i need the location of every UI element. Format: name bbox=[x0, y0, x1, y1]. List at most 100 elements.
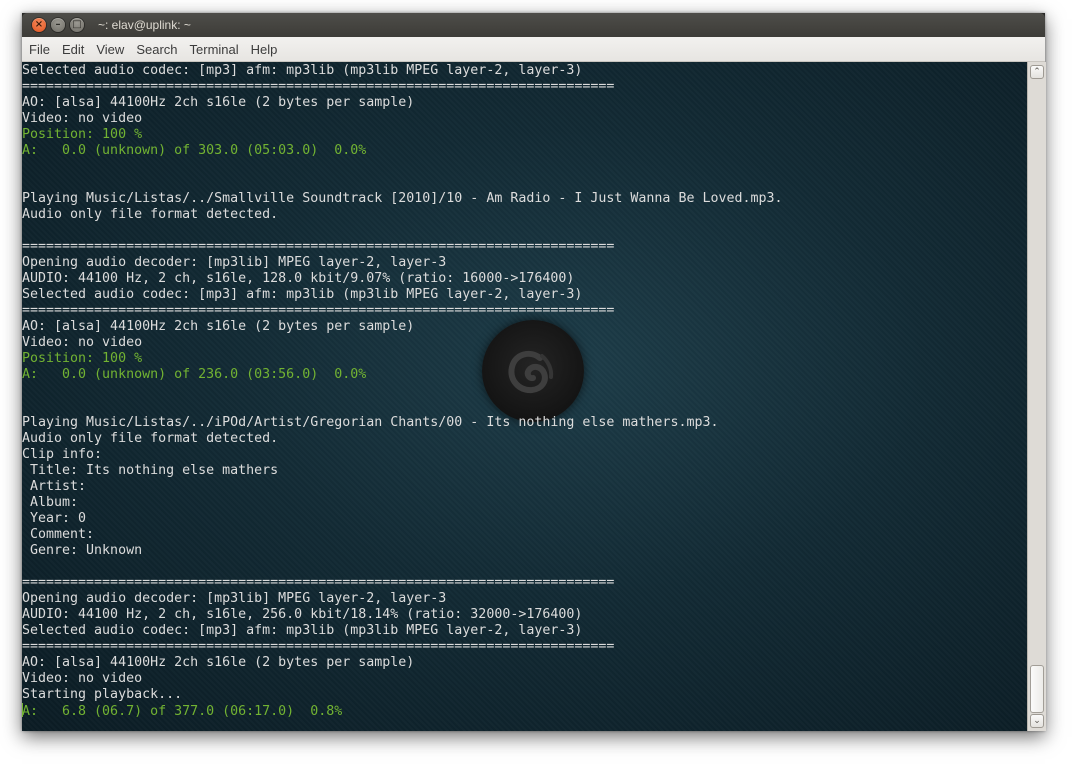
terminal-line-text: Opening audio decoder: [mp3lib] MPEG lay… bbox=[22, 255, 447, 270]
terminal-line: Comment: bbox=[22, 527, 783, 543]
terminal-line: Video: no video bbox=[22, 111, 783, 127]
terminal-line-text: Video: no video bbox=[22, 335, 143, 350]
terminal-line: Video: no video bbox=[22, 335, 783, 351]
terminal-line-text: Video: no video bbox=[22, 111, 143, 126]
terminal-line: Clip info: bbox=[22, 447, 783, 463]
terminal-line: Video: no video bbox=[22, 671, 783, 687]
terminal-line: Selected audio codec: [mp3] afm: mp3lib … bbox=[22, 623, 783, 639]
terminal-line-text: Position: 100 % bbox=[22, 351, 143, 366]
terminal-line-text: Position: 100 % bbox=[22, 127, 143, 142]
terminal-line: ========================================… bbox=[22, 303, 783, 319]
minimize-window-button[interactable]: – bbox=[51, 18, 65, 32]
terminal-line: ========================================… bbox=[22, 239, 783, 255]
terminal-line-text: A: 6.8 (06.7) of 377.0 (06:17.0) 0.8% bbox=[22, 704, 343, 719]
terminal-line-text: Selected audio codec: [mp3] afm: mp3lib … bbox=[22, 623, 583, 638]
terminal-line-text: AUDIO: 44100 Hz, 2 ch, s16le, 256.0 kbit… bbox=[22, 607, 583, 622]
terminal-line: AO: [alsa] 44100Hz 2ch s16le (2 bytes pe… bbox=[22, 655, 783, 671]
terminal-line: AUDIO: 44100 Hz, 2 ch, s16le, 256.0 kbit… bbox=[22, 607, 783, 623]
terminal-line: A: 0.0 (unknown) of 303.0 (05:03.0) 0.0% bbox=[22, 143, 783, 159]
terminal-line: Audio only file format detected. bbox=[22, 207, 783, 223]
terminal-line: Selected audio codec: [mp3] afm: mp3lib … bbox=[22, 287, 783, 303]
terminal-line: Opening audio decoder: [mp3lib] MPEG lay… bbox=[22, 591, 783, 607]
terminal-line-text: ========================================… bbox=[22, 303, 615, 318]
terminal-line-text: Audio only file format detected. bbox=[22, 207, 279, 222]
terminal-line-text: Audio only file format detected. bbox=[22, 431, 279, 446]
window-title: ~: elav@uplink: ~ bbox=[98, 18, 191, 32]
chevron-down-icon: ⌄ bbox=[1033, 716, 1041, 726]
close-window-button[interactable]: × bbox=[32, 18, 46, 32]
terminal-line-text: Playing Music/Listas/../iPOd/Artist/Greg… bbox=[22, 415, 719, 430]
terminal-line-text: Title: Its nothing else mathers bbox=[22, 463, 279, 478]
terminal-line-text: Playing Music/Listas/../Smallville Sound… bbox=[22, 191, 783, 206]
terminal-line: Audio only file format detected. bbox=[22, 431, 783, 447]
menu-terminal[interactable]: Terminal bbox=[185, 42, 244, 57]
terminal-line: Position: 100 % bbox=[22, 351, 783, 367]
terminal-line: AO: [alsa] 44100Hz 2ch s16le (2 bytes pe… bbox=[22, 319, 783, 335]
terminal-line: Starting playback... bbox=[22, 687, 783, 703]
terminal-line: AUDIO: 44100 Hz, 2 ch, s16le, 128.0 kbit… bbox=[22, 271, 783, 287]
terminal-line-text: Starting playback... bbox=[22, 687, 183, 702]
menu-search[interactable]: Search bbox=[131, 42, 182, 57]
scrollbar-thumb[interactable] bbox=[1030, 665, 1044, 713]
chevron-up-icon: ⌃ bbox=[1033, 67, 1041, 77]
terminal-output-area[interactable]: Selected audio codec: [mp3] afm: mp3lib … bbox=[22, 62, 1027, 731]
terminal-line-text: Year: 0 bbox=[22, 511, 87, 526]
maximize-icon: □ bbox=[72, 19, 82, 30]
terminal-line: Album: bbox=[22, 495, 783, 511]
terminal-line: Selected audio codec: [mp3] afm: mp3lib … bbox=[22, 63, 783, 79]
terminal-line-text: AO: [alsa] 44100Hz 2ch s16le (2 bytes pe… bbox=[22, 655, 415, 670]
terminal-line-text: Video: no video bbox=[22, 671, 143, 686]
terminal-line-text: AO: [alsa] 44100Hz 2ch s16le (2 bytes pe… bbox=[22, 319, 415, 334]
terminal-line: Playing Music/Listas/../iPOd/Artist/Greg… bbox=[22, 415, 783, 431]
terminal-line: A: 0.0 (unknown) of 236.0 (03:56.0) 0.0% bbox=[22, 367, 783, 383]
terminal-line-text: ========================================… bbox=[22, 79, 615, 94]
terminal-line: AO: [alsa] 44100Hz 2ch s16le (2 bytes pe… bbox=[22, 95, 783, 111]
menu-edit[interactable]: Edit bbox=[57, 42, 89, 57]
scroll-up-button[interactable]: ⌃ bbox=[1030, 65, 1044, 79]
terminal-line-text: ========================================… bbox=[22, 575, 615, 590]
terminal-line-text: ========================================… bbox=[22, 239, 615, 254]
terminal-line-text: AUDIO: 44100 Hz, 2 ch, s16le, 128.0 kbit… bbox=[22, 271, 575, 286]
terminal-line: Year: 0 bbox=[22, 511, 783, 527]
menu-file[interactable]: File bbox=[24, 42, 55, 57]
terminal-text: Selected audio codec: [mp3] afm: mp3lib … bbox=[22, 63, 783, 719]
terminal-line: ========================================… bbox=[22, 79, 783, 95]
vertical-scrollbar[interactable]: ⌃ ⌄ bbox=[1027, 62, 1046, 731]
terminal-line-text: Opening audio decoder: [mp3lib] MPEG lay… bbox=[22, 591, 447, 606]
menu-view[interactable]: View bbox=[91, 42, 129, 57]
terminal-line-text: Genre: Unknown bbox=[22, 543, 143, 558]
terminal-window: × – □ ~: elav@uplink: ~ File Edit View S… bbox=[22, 13, 1046, 731]
terminal-line: Artist: bbox=[22, 479, 783, 495]
terminal-line: Title: Its nothing else mathers bbox=[22, 463, 783, 479]
terminal-line: Genre: Unknown bbox=[22, 543, 783, 559]
scroll-down-button[interactable]: ⌄ bbox=[1030, 714, 1044, 728]
terminal-line-text: AO: [alsa] 44100Hz 2ch s16le (2 bytes pe… bbox=[22, 95, 415, 110]
title-bar[interactable]: × – □ ~: elav@uplink: ~ bbox=[22, 13, 1045, 37]
minimize-icon: – bbox=[55, 19, 61, 30]
terminal-line-text: Album: bbox=[22, 495, 87, 510]
menu-help[interactable]: Help bbox=[246, 42, 283, 57]
terminal-line-text: Selected audio codec: [mp3] afm: mp3lib … bbox=[22, 63, 583, 78]
terminal-line-text: Selected audio codec: [mp3] afm: mp3lib … bbox=[22, 287, 583, 302]
terminal-line-text: Comment: bbox=[22, 527, 103, 542]
terminal-line: ========================================… bbox=[22, 575, 783, 591]
maximize-window-button[interactable]: □ bbox=[70, 18, 84, 32]
terminal-line-text: Artist: bbox=[22, 479, 95, 494]
terminal-line-text: Clip info: bbox=[22, 447, 103, 462]
terminal-line-text: A: 0.0 (unknown) of 236.0 (03:56.0) 0.0% bbox=[22, 367, 367, 382]
close-icon: × bbox=[34, 19, 44, 30]
terminal-line: Opening audio decoder: [mp3lib] MPEG lay… bbox=[22, 255, 783, 271]
menu-bar: File Edit View Search Terminal Help bbox=[22, 37, 1045, 62]
terminal-line: ========================================… bbox=[22, 639, 783, 655]
terminal-line-text: ========================================… bbox=[22, 639, 615, 654]
terminal-line: Position: 100 % bbox=[22, 127, 783, 143]
terminal-line: Playing Music/Listas/../Smallville Sound… bbox=[22, 191, 783, 207]
terminal-line-text: A: 0.0 (unknown) of 303.0 (05:03.0) 0.0% bbox=[22, 143, 367, 158]
terminal-line: A: 6.8 (06.7) of 377.0 (06:17.0) 0.8% bbox=[22, 703, 783, 719]
